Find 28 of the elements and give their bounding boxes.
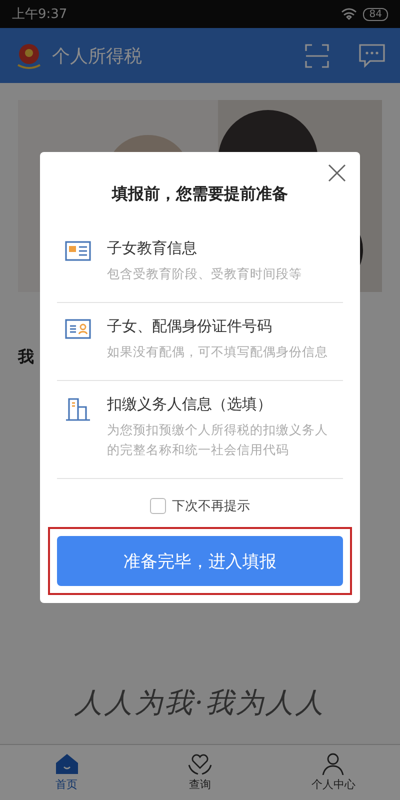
- item-description: 为您预扣预缴个人所得税的扣缴义务人的完整名称和统一社会信用代码: [107, 421, 329, 459]
- item-title: 扣缴义务人信息（选填）: [107, 395, 273, 414]
- item-title: 子女教育信息: [107, 239, 198, 258]
- slogan: 人人为我·我为人人: [74, 685, 326, 721]
- battery-level: 84: [363, 8, 388, 20]
- nav-tab[interactable]: 个人中心: [266, 745, 400, 800]
- confirm-button[interactable]: 准备完毕，进入填报: [57, 536, 343, 586]
- close-icon[interactable]: [326, 162, 348, 184]
- app-title: 个人所得税: [52, 44, 143, 68]
- home-icon: [54, 753, 79, 775]
- person-icon: [321, 753, 346, 775]
- section-title: 我: [18, 347, 34, 368]
- checkbox[interactable]: [150, 498, 166, 514]
- heart-hands-icon: [186, 753, 213, 775]
- dialog-title: 填报前，您需要提前准备: [112, 184, 288, 205]
- message-icon[interactable]: [358, 42, 386, 68]
- id-card-icon: [65, 319, 91, 339]
- nav-tab[interactable]: 首页: [0, 745, 134, 800]
- scan-icon[interactable]: [304, 42, 330, 68]
- item-description: 如果没有配偶，可不填写配偶身份信息: [107, 343, 328, 361]
- building-icon: [65, 397, 91, 421]
- card-icon: [65, 241, 91, 261]
- status-time: 上午9:37: [12, 6, 68, 23]
- nav-tab[interactable]: 查询: [133, 745, 267, 800]
- item-title: 子女、配偶身份证件号码: [107, 317, 273, 336]
- checkbox-label: 下次不再提示: [172, 498, 250, 515]
- item-description: 包含受教育阶段、受教育时间段等: [107, 265, 302, 283]
- wifi-icon: [341, 8, 358, 20]
